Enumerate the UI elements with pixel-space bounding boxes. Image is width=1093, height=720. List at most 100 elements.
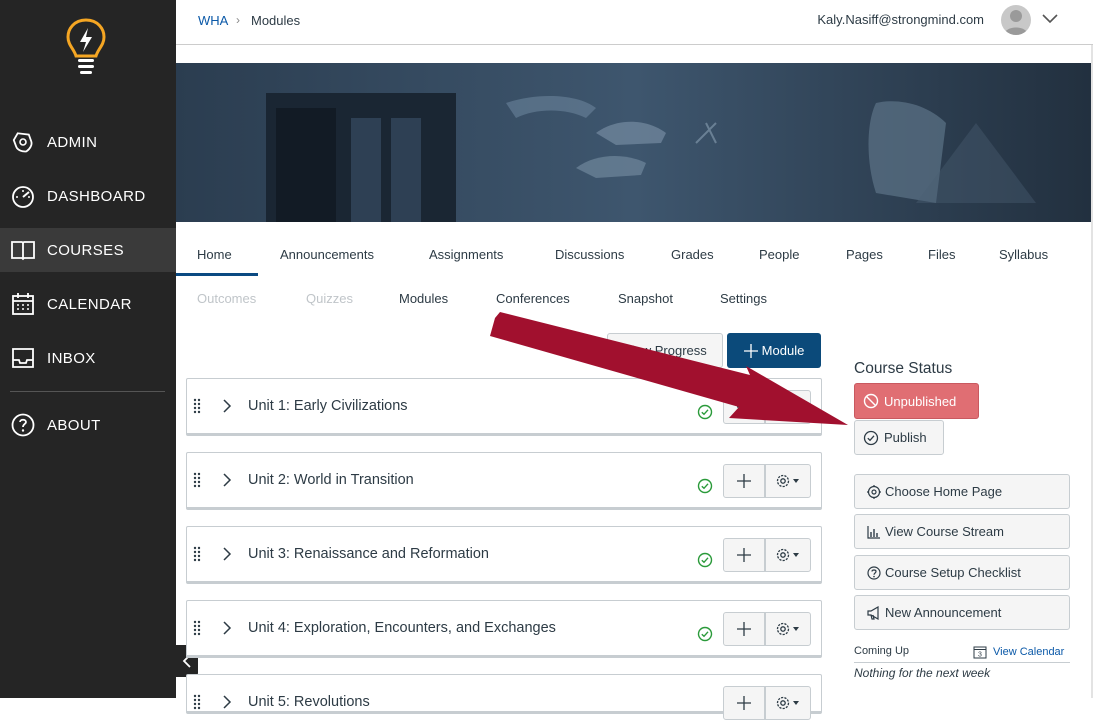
top-header: WHA › Modules Kaly.Nasiff@strongmind.com (176, 0, 1093, 45)
view-calendar-label: View Calendar (993, 646, 1065, 658)
sidebar-item-admin[interactable]: ADMIN (0, 120, 176, 164)
side-action-label: Course Setup Checklist (885, 565, 1021, 580)
plus-icon (737, 548, 751, 562)
module-row: Unit 1: Early Civilizations (186, 378, 822, 436)
plus-icon (737, 474, 751, 488)
chevron-right-icon[interactable] (221, 694, 233, 710)
check-circle-icon (863, 430, 879, 445)
module-settings-button[interactable] (765, 390, 811, 424)
module-settings-button[interactable] (765, 538, 811, 572)
publish-label: Publish (884, 430, 927, 445)
active-tab-indicator (176, 273, 258, 276)
tab-people[interactable]: People (759, 247, 799, 262)
view-progress-label: View Progress (623, 343, 707, 358)
module-settings-button[interactable] (765, 464, 811, 498)
breadcrumb-separator: › (236, 13, 240, 27)
gear-icon (776, 400, 799, 414)
choose-home-page-button[interactable]: Choose Home Page (854, 474, 1070, 509)
view-calendar-link[interactable]: 3 View Calendar (973, 645, 1064, 659)
course-setup-checklist-button[interactable]: Course Setup Checklist (854, 555, 1070, 590)
megaphone-icon (867, 605, 879, 620)
drag-handle-icon[interactable] (193, 620, 201, 636)
chevron-right-icon[interactable] (221, 546, 233, 562)
tab-announcements[interactable]: Announcements (280, 247, 374, 262)
published-check-icon[interactable] (697, 552, 713, 568)
gear-icon (776, 548, 799, 562)
add-item-button[interactable] (723, 464, 765, 498)
lightbulb-logo-icon[interactable] (62, 16, 110, 80)
chart-icon (867, 525, 880, 539)
tab-settings[interactable]: Settings (720, 291, 767, 306)
global-nav-sidebar: ADMIN DASHBOARD COURSES CALENDAR INBOX A… (0, 0, 176, 698)
module-settings-button[interactable] (765, 686, 811, 720)
coming-up-empty-text: Nothing for the next week (854, 666, 991, 680)
sidebar-item-label: COURSES (47, 241, 124, 259)
add-item-button[interactable] (723, 612, 765, 646)
drag-handle-icon[interactable] (193, 472, 201, 488)
tab-snapshot[interactable]: Snapshot (618, 291, 673, 306)
tab-pages[interactable]: Pages (846, 247, 883, 262)
side-action-label: New Announcement (885, 605, 1002, 620)
module-title[interactable]: Unit 3: Renaissance and Reformation (248, 546, 489, 562)
question-icon (867, 565, 881, 580)
sidebar-item-inbox[interactable]: INBOX (0, 336, 176, 380)
tab-files[interactable]: Files (928, 247, 955, 262)
chevron-right-icon[interactable] (221, 472, 233, 488)
add-item-button[interactable] (723, 390, 765, 424)
tab-assignments[interactable]: Assignments (429, 247, 503, 262)
tab-outcomes[interactable]: Outcomes (197, 291, 256, 306)
plus-icon (743, 343, 758, 358)
user-avatar-icon (1004, 10, 1028, 35)
module-row: Unit 3: Renaissance and Reformation (186, 526, 822, 584)
view-course-stream-button[interactable]: View Course Stream (854, 514, 1070, 549)
publish-button[interactable]: Publish (854, 420, 944, 455)
calendar-day-number: 3 (978, 652, 982, 659)
avatar[interactable] (1001, 5, 1031, 35)
tab-home[interactable]: Home (197, 247, 232, 262)
shield-icon (12, 132, 33, 153)
sidebar-item-label: INBOX (47, 349, 96, 367)
banner-artwork-icon (176, 63, 1091, 222)
new-announcement-button[interactable]: New Announcement (854, 595, 1070, 630)
sidebar-item-courses[interactable]: COURSES (0, 228, 176, 272)
add-item-button[interactable] (723, 538, 765, 572)
user-email[interactable]: Kaly.Nasiff@strongmind.com (817, 12, 984, 27)
sidebar-item-label: ABOUT (47, 416, 101, 434)
module-settings-button[interactable] (765, 612, 811, 646)
published-check-icon[interactable] (697, 626, 713, 642)
tab-quizzes[interactable]: Quizzes (306, 291, 353, 306)
sidebar-item-calendar[interactable]: CALENDAR (0, 282, 176, 326)
tab-syllabus[interactable]: Syllabus (999, 247, 1048, 262)
sidebar-item-about[interactable]: ABOUT (0, 403, 176, 447)
module-title[interactable]: Unit 2: World in Transition (248, 472, 414, 488)
drag-handle-icon[interactable] (193, 546, 201, 562)
chevron-right-icon[interactable] (221, 398, 233, 414)
add-module-button[interactable]: Module (727, 333, 821, 368)
sidebar-item-dashboard[interactable]: DASHBOARD (0, 174, 176, 218)
module-title[interactable]: Unit 4: Exploration, Encounters, and Exc… (248, 620, 556, 636)
tab-conferences[interactable]: Conferences (496, 291, 570, 306)
tab-modules[interactable]: Modules (399, 291, 448, 306)
tab-discussions[interactable]: Discussions (555, 247, 624, 262)
drag-handle-icon[interactable] (193, 398, 201, 414)
add-item-button[interactable] (723, 686, 765, 720)
plus-icon (737, 622, 751, 636)
published-check-icon[interactable] (697, 478, 713, 494)
breadcrumb-current: Modules (251, 13, 301, 28)
course-status-title: Course Status (854, 360, 953, 377)
module-title[interactable]: Unit 1: Early Civilizations (248, 398, 408, 414)
view-progress-button[interactable]: View Progress (607, 333, 723, 368)
chevron-down-icon[interactable] (1042, 12, 1058, 24)
module-row: Unit 5: Revolutions (186, 674, 822, 720)
help-icon (11, 413, 35, 437)
published-check-icon[interactable] (697, 404, 713, 420)
module-row: Unit 4: Exploration, Encounters, and Exc… (186, 600, 822, 658)
chevron-right-icon[interactable] (221, 620, 233, 636)
drag-handle-icon[interactable] (193, 694, 201, 710)
unpublished-button[interactable]: Unpublished (854, 383, 979, 419)
breadcrumb-course-link[interactable]: WHA (198, 13, 228, 28)
module-title[interactable]: Unit 5: Revolutions (248, 694, 370, 710)
unpublished-icon (863, 393, 879, 409)
tab-grades[interactable]: Grades (671, 247, 714, 262)
sidebar-divider (10, 391, 165, 392)
